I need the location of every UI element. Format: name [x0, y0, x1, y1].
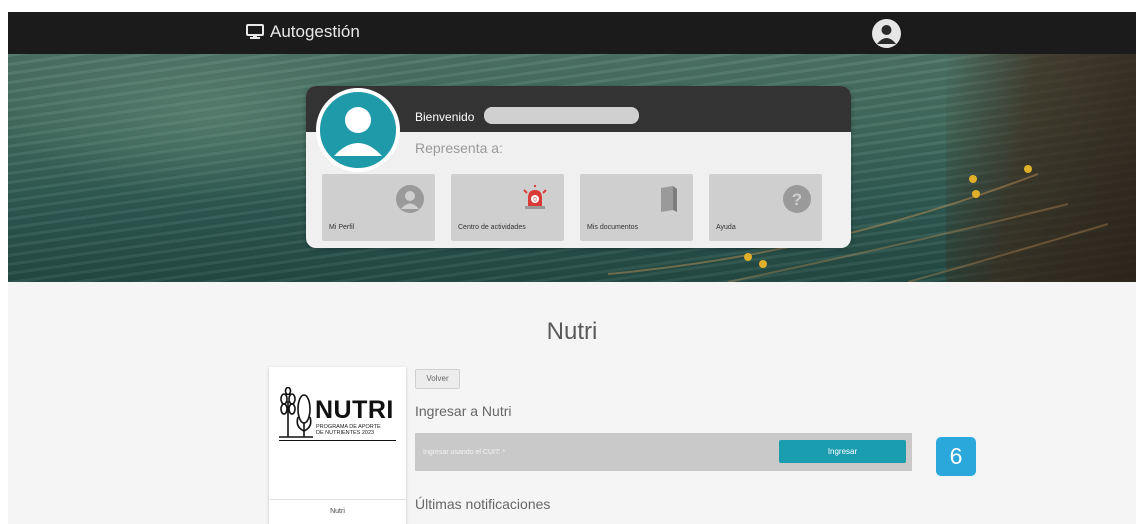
top-bar: Autogestión — [8, 12, 1136, 54]
main-content: Nutri NUTRI PROGRAMA DE APORTE DE NUTRIE… — [8, 282, 1136, 524]
cuit-login-row: Ingresar usando el CUIT: * Ingresar — [415, 433, 912, 471]
tile-mis-documentos[interactable]: Mis documentos — [580, 174, 693, 241]
tile-centro-de-actividades[interactable]: 0 Centro de actividades — [451, 174, 564, 241]
app-frame: Autogestión Bienvenido Representa a: Mi … — [8, 12, 1136, 524]
nutri-logo-card[interactable]: NUTRI PROGRAMA DE APORTE DE NUTRIENTES 2… — [269, 367, 406, 524]
brand[interactable]: Autogestión — [246, 22, 360, 42]
user-menu-button[interactable] — [872, 19, 901, 48]
avatar-person-icon — [334, 107, 382, 156]
tile-label: Mi Perfil — [329, 224, 355, 231]
logo-divider — [279, 440, 396, 441]
alarm-icon: 0 — [523, 185, 547, 209]
user-name-redacted — [484, 107, 639, 124]
hero-banner: Bienvenido Representa a: Mi Perfil 0 Cen… — [8, 54, 1136, 282]
welcome-greeting: Bienvenido — [415, 110, 475, 124]
represents-label: Representa a: — [415, 140, 503, 156]
nutri-logo-subtitle: PROGRAMA DE APORTE DE NUTRIENTES 2023 — [316, 424, 381, 436]
cuit-label: Ingresar usando el CUIT: * — [423, 449, 506, 456]
page-title: Nutri — [546, 318, 598, 345]
svg-text:?: ? — [792, 190, 802, 209]
app-title: Autogestión — [270, 22, 360, 41]
monitor-icon — [246, 24, 264, 39]
avatar — [316, 88, 400, 172]
tile-label: Ayuda — [716, 224, 736, 231]
logo-card-caption: Nutri — [269, 499, 406, 524]
tile-label: Centro de actividades — [458, 224, 526, 231]
step-badge: 6 — [936, 437, 976, 476]
nutri-subtitle-line2: DE NUTRIENTES 2023 — [316, 430, 375, 436]
ingresar-button[interactable]: Ingresar — [779, 440, 906, 463]
back-button[interactable]: Volver — [415, 369, 460, 389]
help-icon: ? — [783, 185, 811, 213]
documents-icon — [661, 186, 677, 212]
notifications-title: Últimas notificaciones — [415, 496, 551, 512]
user-icon — [877, 25, 896, 44]
login-section-title: Ingresar a Nutri — [415, 403, 512, 419]
tile-label: Mis documentos — [587, 224, 638, 231]
wheat-corn-logo-icon — [279, 387, 313, 438]
profile-icon — [396, 185, 424, 213]
tile-mi-perfil[interactable]: Mi Perfil — [322, 174, 435, 241]
welcome-card: Bienvenido Representa a: Mi Perfil 0 Cen… — [306, 86, 851, 248]
nutri-logo-word: NUTRI — [315, 396, 394, 424]
tile-ayuda[interactable]: ? Ayuda — [709, 174, 822, 241]
